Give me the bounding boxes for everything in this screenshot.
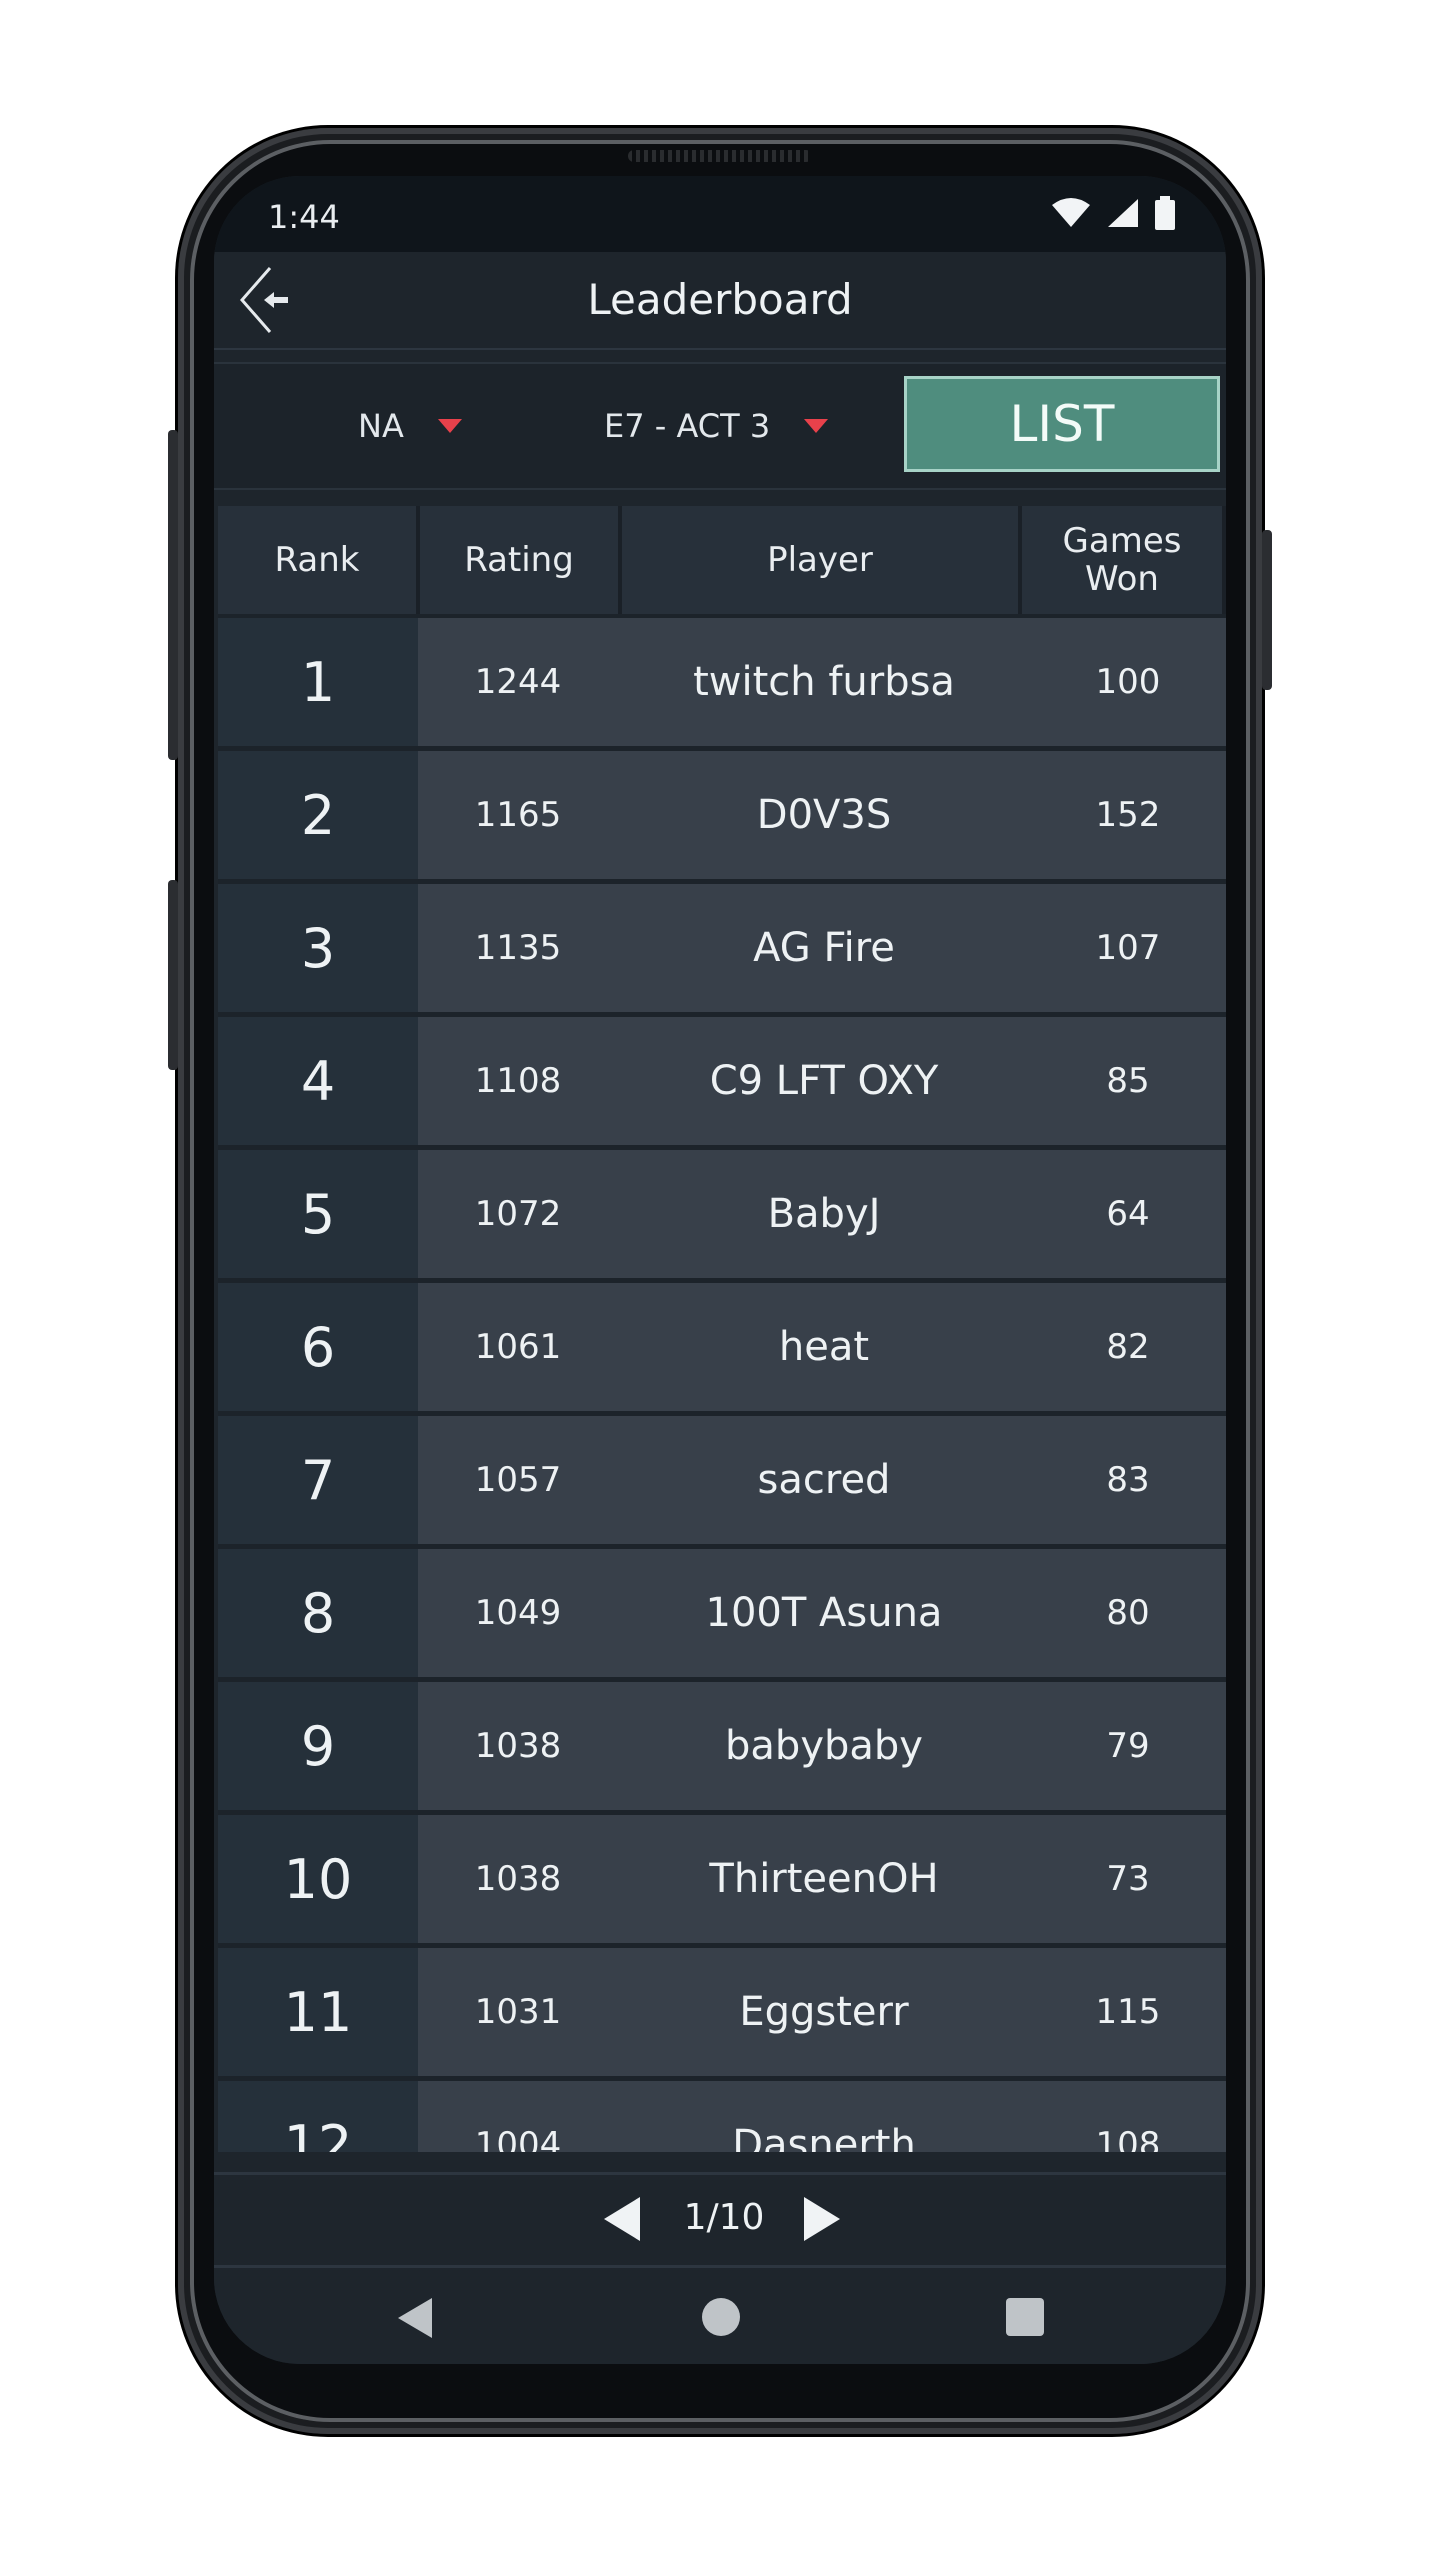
col-player: Player <box>622 506 1018 614</box>
rating-cell: 1038 <box>474 1859 562 1899</box>
games-won-cell: 83 <box>1106 1460 1150 1500</box>
player-cell: babybaby <box>725 1723 923 1769</box>
player-cell: ThirteenOH <box>709 1856 939 1902</box>
table-row[interactable]: 11 1031 Eggsterr 115 <box>218 1948 1226 2076</box>
rank-cell: 7 <box>218 1416 418 1544</box>
col-rank: Rank <box>218 506 416 614</box>
games-won-cell: 85 <box>1106 1061 1150 1101</box>
col-games-won: Games Won <box>1022 506 1222 614</box>
rank-cell: 10 <box>218 1815 418 1943</box>
table-row[interactable]: 7 1057 sacred 83 <box>218 1416 1226 1544</box>
table-row[interactable]: 1 1244 twitch furbsa 100 <box>218 618 1226 746</box>
rating-cell: 1049 <box>474 1593 562 1633</box>
prev-page-icon[interactable] <box>604 2197 640 2241</box>
rating-cell: 1108 <box>474 1061 562 1101</box>
rating-cell: 1165 <box>474 795 562 835</box>
games-won-cell: 115 <box>1095 1992 1161 2032</box>
games-won-cell: 80 <box>1106 1593 1150 1633</box>
col-rating: Rating <box>420 506 618 614</box>
table-row[interactable]: 4 1108 C9 LFT OXY 85 <box>218 1017 1226 1145</box>
caret-down-icon <box>437 419 462 433</box>
status-icons <box>1050 196 1176 230</box>
table-row[interactable]: 9 1038 babybaby 79 <box>218 1682 1226 1810</box>
nav-recents-icon[interactable] <box>1006 2298 1044 2336</box>
nav-home-icon[interactable] <box>702 2298 740 2336</box>
rank-cell: 6 <box>218 1283 418 1411</box>
page-title: Leaderboard <box>587 275 853 324</box>
power-button <box>1262 530 1272 690</box>
wifi-icon <box>1052 198 1090 227</box>
region-dropdown[interactable]: NA <box>358 364 462 488</box>
rating-cell: 1004 <box>474 2125 562 2152</box>
rank-cell: 9 <box>218 1682 418 1810</box>
player-cell: twitch furbsa <box>693 659 955 705</box>
rank-cell: 2 <box>218 751 418 879</box>
games-won-cell: 108 <box>1095 2125 1161 2152</box>
caret-down-icon <box>804 419 829 433</box>
rating-cell: 1244 <box>474 662 562 702</box>
act-dropdown[interactable]: E7 - ACT 3 <box>604 364 829 488</box>
table-row[interactable]: 6 1061 heat 82 <box>218 1283 1226 1411</box>
col-games-won-line1: Games <box>1062 521 1182 561</box>
leaderboard-table[interactable]: Rank Rating Player Games Won 1 1244 twit… <box>218 506 1226 2152</box>
rank-cell: 12 <box>218 2081 418 2152</box>
table-header: Rank Rating Player Games Won <box>218 506 1226 614</box>
table-row[interactable]: 12 1004 Dasnerth 108 <box>218 2081 1226 2152</box>
table-row[interactable]: 2 1165 D0V3S 152 <box>218 751 1226 879</box>
system-nav-bar <box>214 2272 1226 2364</box>
table-row[interactable]: 5 1072 BabyJ 64 <box>218 1150 1226 1278</box>
battery-icon <box>1155 196 1175 230</box>
player-cell: 100T Asuna <box>705 1590 943 1636</box>
player-cell: heat <box>778 1324 870 1370</box>
next-page-icon[interactable] <box>804 2197 840 2241</box>
games-won-cell: 107 <box>1095 928 1161 968</box>
rank-cell: 3 <box>218 884 418 1012</box>
app-screen: 1:44 Leaderboard NA E7 - ACT 3 LIST Rank <box>214 176 1226 2364</box>
games-won-cell: 100 <box>1095 662 1161 702</box>
games-won-cell: 73 <box>1106 1859 1150 1899</box>
rating-cell: 1135 <box>474 928 562 968</box>
pagination: 1/10 <box>214 2172 1226 2268</box>
act-value: E7 - ACT 3 <box>604 407 771 445</box>
player-cell: AG Fire <box>753 925 895 971</box>
rating-cell: 1061 <box>474 1327 562 1367</box>
rating-cell: 1031 <box>474 1992 562 2032</box>
player-cell: sacred <box>757 1457 891 1503</box>
games-won-cell: 82 <box>1106 1327 1150 1367</box>
rank-cell: 8 <box>218 1549 418 1677</box>
volume-down-button <box>168 880 178 1070</box>
table-row[interactable]: 10 1038 ThirteenOH 73 <box>218 1815 1226 1943</box>
player-cell: D0V3S <box>756 792 892 838</box>
rating-cell: 1057 <box>474 1460 562 1500</box>
rank-cell: 4 <box>218 1017 418 1145</box>
col-games-won-line2: Won <box>1085 559 1159 599</box>
signal-icon <box>1108 199 1138 227</box>
volume-up-button <box>168 430 178 760</box>
player-cell: Eggsterr <box>739 1989 909 2035</box>
status-bar: 1:44 <box>214 176 1226 252</box>
rating-cell: 1038 <box>474 1726 562 1766</box>
table-row[interactable]: 3 1135 AG Fire 107 <box>218 884 1226 1012</box>
rank-cell: 11 <box>218 1948 418 2076</box>
nav-back-icon[interactable] <box>398 2298 432 2338</box>
list-view-button[interactable]: LIST <box>904 376 1220 472</box>
status-time: 1:44 <box>268 198 340 236</box>
page-indicator: 1/10 <box>683 2197 765 2238</box>
rating-cell: 1072 <box>474 1194 562 1234</box>
games-won-cell: 79 <box>1106 1726 1150 1766</box>
player-cell: C9 LFT OXY <box>709 1058 939 1104</box>
earpiece-speaker <box>628 150 812 162</box>
rank-cell: 5 <box>218 1150 418 1278</box>
player-cell: BabyJ <box>767 1191 881 1237</box>
games-won-cell: 64 <box>1106 1194 1150 1234</box>
filter-bar: NA E7 - ACT 3 LIST <box>214 362 1226 490</box>
games-won-cell: 152 <box>1095 795 1161 835</box>
region-value: NA <box>358 407 404 445</box>
app-header: Leaderboard <box>214 252 1226 350</box>
table-row[interactable]: 8 1049 100T Asuna 80 <box>218 1549 1226 1677</box>
player-cell: Dasnerth <box>732 2122 916 2152</box>
rank-cell: 1 <box>218 618 418 746</box>
